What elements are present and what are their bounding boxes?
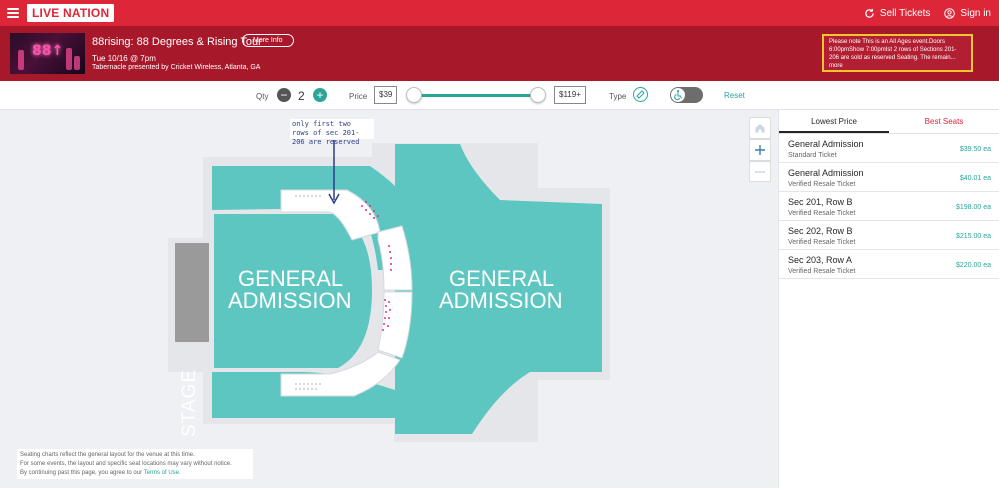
disclaimer-line-3: By continuing past this page, you agree … — [20, 470, 143, 476]
tab-lowest-price[interactable]: Lowest Price — [779, 110, 889, 133]
live-nation-logo[interactable]: LIVE NATION — [27, 4, 115, 22]
listing-name: Sec 203, Row A — [788, 255, 853, 265]
top-nav: LIVE NATION Sell Tickets Sign in — [0, 0, 999, 26]
wheelchair-icon — [671, 88, 685, 102]
ga-right-label-2: ADMISSION — [439, 288, 563, 313]
sell-tickets-link[interactable]: Sell Tickets — [864, 7, 931, 19]
listing-name: Sec 202, Row B — [788, 226, 853, 236]
ticket-listing[interactable]: Sec 203, Row A Verified Resale Ticket $2… — [779, 250, 999, 279]
listing-type: Verified Resale Ticket — [788, 210, 856, 217]
reset-button[interactable]: Reset — [724, 91, 745, 100]
event-date: Tue 10/16 @ 7pm — [92, 54, 156, 63]
event-venue: Tabernacle presented by Cricket Wireless… — [92, 64, 261, 71]
listing-price: $40.01 ea — [959, 175, 991, 182]
listing-name: General Admission — [788, 168, 864, 178]
listing-name: General Admission — [788, 139, 864, 149]
user-icon — [944, 7, 956, 19]
sign-in-link[interactable]: Sign in — [944, 8, 991, 19]
event-title: 88rising: 88 Degrees & Rising Tour — [92, 36, 262, 48]
listing-price: $39.50 ea — [959, 146, 991, 153]
listing-type: Verified Resale Ticket — [788, 181, 856, 188]
sort-tabs: Lowest Price Best Seats — [779, 110, 999, 134]
event-header: 88↑ 88rising: 88 Degrees & Rising Tour M… — [0, 26, 999, 81]
stage-label: STAGE — [179, 369, 200, 437]
price-min-field[interactable]: $39 — [374, 86, 398, 104]
type-label: Type — [609, 92, 627, 101]
disclaimer-line-2: For some events, the layout and specific… — [20, 461, 232, 467]
ticket-listing[interactable]: General Admission Verified Resale Ticket… — [779, 163, 999, 192]
accessibility-toggle[interactable] — [670, 87, 703, 103]
price-max-field[interactable]: $119+ — [554, 86, 586, 104]
home-icon — [755, 124, 765, 133]
listing-type: Standard Ticket — [788, 152, 837, 159]
ga-left-label-2: ADMISSION — [228, 288, 352, 313]
qty-value: 2 — [298, 89, 305, 103]
ticket-listing[interactable]: General Admission Standard Ticket $39.50… — [779, 134, 999, 163]
disclaimer-line-1: Seating charts reflect the general layou… — [20, 452, 195, 458]
more-info-button[interactable]: More Info — [242, 34, 294, 47]
listing-type: Verified Resale Ticket — [788, 268, 856, 275]
plus-icon — [755, 145, 765, 155]
listing-price: $220.00 ea — [955, 262, 991, 269]
price-slider-max-handle[interactable] — [530, 87, 546, 103]
listing-type: Verified Resale Ticket — [788, 239, 856, 246]
map-callout: only first two rows of sec 201-206 are r… — [290, 119, 374, 146]
price-slider-track[interactable] — [414, 94, 538, 97]
menu-icon[interactable] — [7, 8, 19, 18]
sign-in-label: Sign in — [960, 7, 991, 19]
qty-label: Qty — [256, 92, 269, 101]
ticket-type-icon[interactable] — [633, 87, 648, 102]
home-map-button[interactable] — [749, 117, 771, 139]
qty-increase-button[interactable]: + — [313, 88, 327, 102]
zoom-in-button[interactable] — [749, 139, 771, 161]
map-disclaimer: Seating charts reflect the general layou… — [17, 449, 253, 479]
ticket-listing[interactable]: Sec 202, Row B Verified Resale Ticket $2… — [779, 221, 999, 250]
qty-decrease-button[interactable]: − — [277, 88, 291, 102]
seat-map[interactable]: STAGE GENERAL ADMISSION GENERAL ADMISSIO… — [0, 110, 778, 488]
listing-price: $215.00 ea — [955, 233, 991, 240]
minus-icon — [755, 170, 765, 173]
zoom-out-button[interactable] — [749, 161, 771, 182]
venue-map-svg — [168, 140, 610, 442]
ticket-listing[interactable]: Sec 201, Row B Verified Resale Ticket $1… — [779, 192, 999, 221]
stage — [175, 243, 209, 342]
sell-tickets-label: Sell Tickets — [879, 7, 931, 19]
ticket-list-panel: Lowest Price Best Seats General Admissio… — [778, 110, 999, 488]
tab-best-seats[interactable]: Best Seats — [889, 110, 999, 133]
event-thumbnail: 88↑ — [10, 33, 85, 74]
listing-name: Sec 201, Row B — [788, 197, 853, 207]
price-slider-min-handle[interactable] — [406, 87, 422, 103]
price-label: Price — [349, 92, 368, 101]
event-notice[interactable]: Please note This is an All Ages event.Do… — [822, 34, 973, 72]
thumbnail-text: 88↑ — [32, 43, 64, 59]
terms-of-use-link[interactable]: Terms of Use. — [144, 470, 181, 476]
listing-price: $198.00 ea — [955, 204, 991, 211]
refresh-icon — [865, 8, 874, 18]
